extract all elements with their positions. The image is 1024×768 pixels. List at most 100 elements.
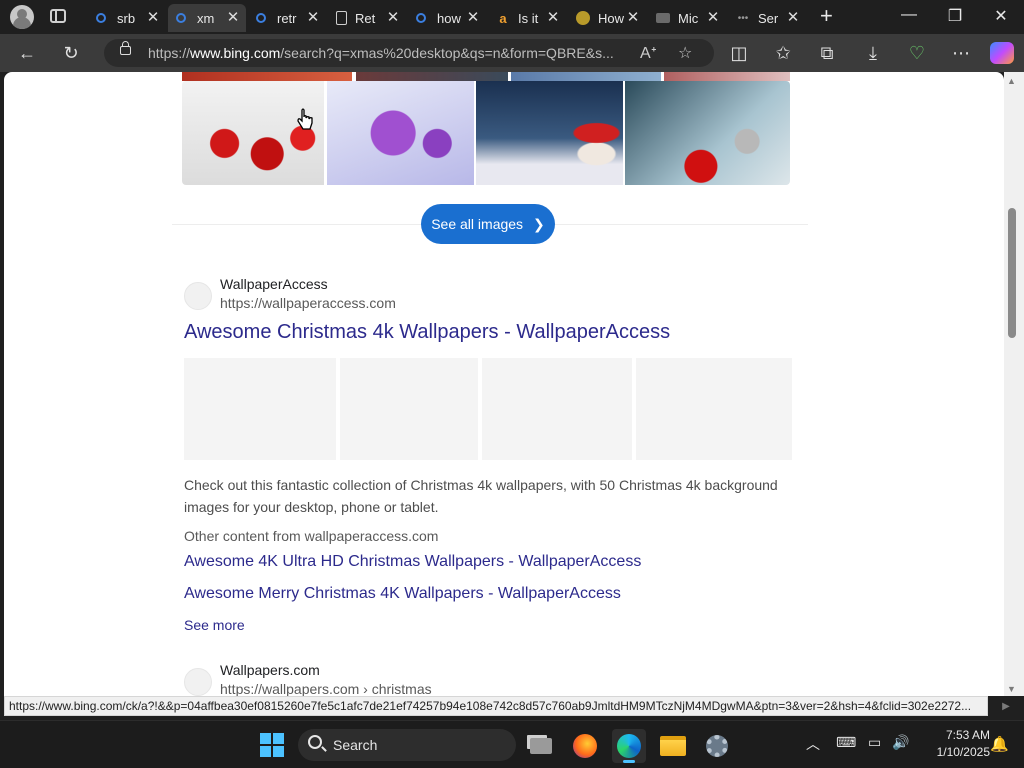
site-name[interactable]: Wallpapers.com bbox=[220, 662, 320, 678]
tab-1[interactable]: srb ✕ bbox=[88, 4, 166, 32]
task-view-icon[interactable] bbox=[524, 729, 558, 763]
volume-icon[interactable]: 🔊 bbox=[892, 734, 909, 751]
profile-avatar[interactable] bbox=[10, 5, 34, 29]
downloads-icon[interactable]: ⤓ bbox=[862, 42, 884, 64]
address-bar[interactable]: https://www.bing.com/search?q=xmas%20des… bbox=[104, 39, 714, 67]
scroll-down-icon[interactable]: ▼ bbox=[1007, 684, 1016, 694]
refresh-icon[interactable]: ↻ bbox=[60, 42, 82, 64]
sublink-ultra-hd[interactable]: Awesome 4K Ultra HD Christmas Wallpapers… bbox=[184, 553, 641, 571]
site-favicon[interactable] bbox=[184, 282, 212, 310]
frosted-branch-ornament-image[interactable] bbox=[625, 81, 790, 185]
santa-village-image[interactable] bbox=[476, 81, 623, 185]
see-all-images-button[interactable]: See all images ❯ bbox=[421, 204, 555, 244]
page-viewport: See all images ❯ WallpaperAccess https:/… bbox=[4, 72, 1004, 696]
browser-essentials-icon[interactable]: ♡ bbox=[906, 42, 928, 64]
image-thumbnail[interactable] bbox=[511, 72, 661, 81]
tab-4[interactable]: Ret ✕ bbox=[328, 4, 406, 32]
favorites-icon[interactable]: ✩ bbox=[772, 42, 794, 64]
image-placeholder[interactable] bbox=[340, 358, 478, 460]
close-window-icon[interactable]: ✕ bbox=[986, 6, 1016, 26]
result-title-link[interactable]: Awesome Christmas 4k Wallpapers - Wallpa… bbox=[184, 321, 670, 344]
amazon-icon: a bbox=[499, 10, 507, 26]
close-tab-icon[interactable]: ✕ bbox=[306, 10, 320, 26]
image-placeholder[interactable] bbox=[184, 358, 336, 460]
bing-icon bbox=[416, 13, 426, 23]
notification-bell-icon[interactable]: 🔔 bbox=[990, 735, 1009, 753]
tab-9[interactable]: ••• Ser ✕ bbox=[728, 4, 806, 32]
image-placeholder[interactable] bbox=[636, 358, 792, 460]
tab-title: Is it bbox=[518, 10, 539, 26]
tab-8[interactable]: Mic ✕ bbox=[648, 4, 726, 32]
windows-taskbar: Search ︿ ⌨ ▭ 🔊 7:53 AM 1/10/2025 🔔 bbox=[0, 720, 1024, 768]
back-icon[interactable]: ← bbox=[16, 42, 38, 64]
tab-3[interactable]: retr ✕ bbox=[248, 4, 326, 32]
edge-icon[interactable] bbox=[612, 729, 646, 763]
image-thumbnail[interactable] bbox=[182, 72, 352, 81]
restore-icon[interactable]: ❐ bbox=[940, 6, 970, 26]
bing-icon bbox=[96, 13, 106, 23]
network-icon[interactable]: ▭ bbox=[868, 734, 881, 751]
link-status-bar: https://www.bing.com/ck/a?!&&p=04affbea3… bbox=[4, 696, 988, 716]
chevron-up-icon[interactable]: ︿ bbox=[806, 734, 820, 754]
copilot-icon[interactable] bbox=[990, 42, 1014, 64]
favorite-star-icon[interactable]: ☆ bbox=[678, 43, 692, 63]
scrollbar-thumb[interactable] bbox=[1008, 208, 1016, 338]
bing-icon bbox=[256, 13, 266, 23]
address-toolbar: ← ↻ https://www.bing.com/search?q=xmas%2… bbox=[0, 34, 1024, 72]
minimize-icon[interactable]: — bbox=[894, 6, 924, 24]
site-url[interactable]: https://wallpapers.com › christmas bbox=[220, 681, 432, 696]
close-tab-icon[interactable]: ✕ bbox=[146, 10, 160, 26]
tab-6[interactable]: a Is it ✕ bbox=[488, 4, 566, 32]
purple-ornaments-image[interactable] bbox=[327, 81, 474, 185]
dots-icon: ••• bbox=[737, 12, 749, 24]
close-tab-icon[interactable]: ✕ bbox=[626, 10, 640, 26]
chevron-right-icon: ❯ bbox=[533, 215, 545, 232]
lock-icon[interactable] bbox=[120, 41, 131, 55]
site-favicon[interactable] bbox=[184, 668, 212, 696]
close-tab-icon[interactable]: ✕ bbox=[546, 10, 560, 26]
image-placeholder[interactable] bbox=[482, 358, 632, 460]
scroll-up-icon[interactable]: ▲ bbox=[1007, 76, 1016, 86]
file-explorer-icon[interactable] bbox=[656, 729, 690, 763]
windows-start-icon[interactable] bbox=[260, 733, 284, 757]
clock-date: 1/10/2025 bbox=[936, 745, 990, 759]
taskbar-search-box[interactable]: Search bbox=[298, 729, 516, 761]
site-name[interactable]: WallpaperAccess bbox=[220, 276, 328, 292]
read-aloud-icon[interactable]: Aᐩ bbox=[640, 43, 657, 63]
other-content-label: Other content from wallpaperaccess.com bbox=[184, 528, 439, 544]
bing-icon bbox=[176, 13, 186, 23]
tab-title: how bbox=[437, 10, 461, 26]
tab-7[interactable]: How ✕ bbox=[568, 4, 646, 32]
page-scrollbar[interactable] bbox=[1004, 72, 1024, 696]
close-tab-icon[interactable]: ✕ bbox=[386, 10, 400, 26]
tab-2-active[interactable]: xm ✕ bbox=[168, 4, 246, 32]
tab-title: xm bbox=[197, 10, 215, 26]
new-tab-icon[interactable]: + bbox=[820, 5, 833, 27]
tab-5[interactable]: how ✕ bbox=[408, 4, 486, 32]
search-label: Search bbox=[333, 737, 378, 753]
close-tab-icon[interactable]: ✕ bbox=[466, 10, 480, 26]
close-tab-icon[interactable]: ✕ bbox=[226, 10, 240, 26]
system-clock[interactable]: 7:53 AM 1/10/2025 bbox=[920, 727, 990, 761]
split-screen-icon[interactable]: ◫ bbox=[728, 42, 750, 64]
tab-title: Ret bbox=[355, 10, 376, 26]
sublink-merry-christmas[interactable]: Awesome Merry Christmas 4K Wallpapers - … bbox=[184, 585, 621, 603]
url-text[interactable]: https://www.bing.com/search?q=xmas%20des… bbox=[148, 45, 628, 61]
see-more-link[interactable]: See more bbox=[184, 617, 245, 633]
firefox-icon[interactable] bbox=[568, 729, 602, 763]
settings-more-icon[interactable]: ⋯ bbox=[950, 42, 972, 64]
close-tab-icon[interactable]: ✕ bbox=[706, 10, 720, 26]
site-url[interactable]: https://wallpaperaccess.com bbox=[220, 295, 396, 311]
tab-title: Mic bbox=[678, 10, 699, 26]
tab-strip: srb ✕ xm ✕ retr ✕ Ret ✕ how ✕ a Is it ✕ bbox=[0, 0, 1024, 34]
collections-icon[interactable]: ⧉ bbox=[816, 42, 838, 64]
tab-title: srb bbox=[117, 10, 136, 26]
close-tab-icon[interactable]: ✕ bbox=[786, 10, 800, 26]
hand-cursor-icon bbox=[297, 108, 313, 130]
tab-actions-icon[interactable] bbox=[50, 9, 66, 23]
keyboard-icon[interactable]: ⌨ bbox=[836, 734, 856, 751]
settings-gear-icon[interactable] bbox=[700, 729, 734, 763]
image-thumbnail[interactable] bbox=[664, 72, 790, 81]
result-snippet: Check out this fantastic collection of C… bbox=[184, 477, 778, 515]
image-thumbnail[interactable] bbox=[356, 72, 508, 81]
